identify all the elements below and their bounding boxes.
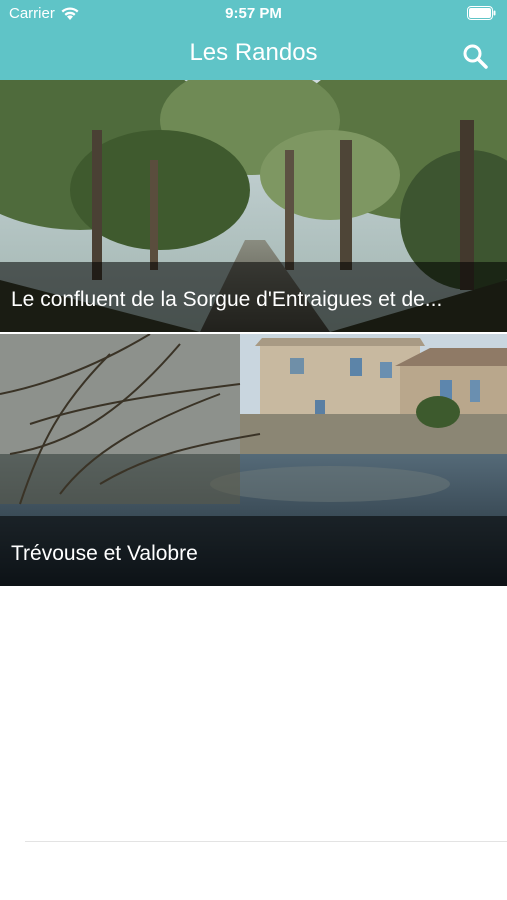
hike-caption: Le confluent de la Sorgue d'Entraigues e… — [0, 262, 507, 332]
list-divider — [25, 841, 507, 842]
search-button[interactable] — [461, 42, 491, 72]
hike-title: Trévouse et Valobre — [11, 542, 198, 565]
status-time: 9:57 PM — [225, 5, 282, 22]
battery-icon — [467, 6, 496, 20]
page-title: Les Randos — [189, 39, 318, 66]
status-bar: Carrier 9:57 PM — [0, 0, 507, 28]
hike-title: Le confluent de la Sorgue d'Entraigues e… — [11, 288, 443, 311]
hike-caption: Trévouse et Valobre — [0, 516, 507, 586]
hike-card[interactable]: Le confluent de la Sorgue d'Entraigues e… — [0, 80, 507, 332]
app-header: Carrier 9:57 PM Les Randos — [0, 0, 507, 80]
hike-card[interactable]: Trévouse et Valobre — [0, 334, 507, 586]
search-icon — [463, 44, 488, 69]
